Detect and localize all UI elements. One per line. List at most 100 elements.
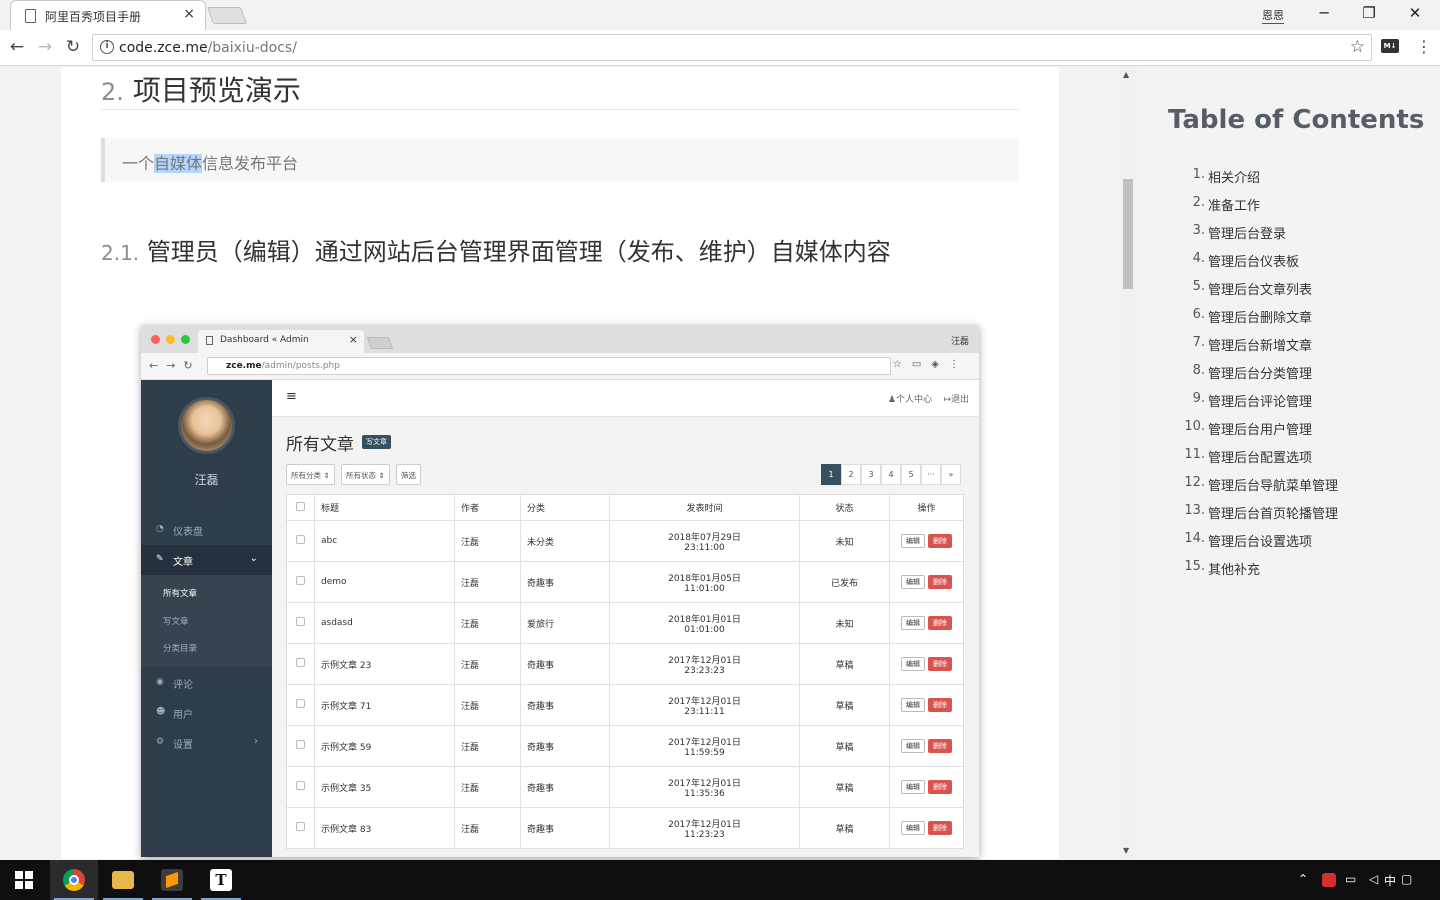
checkbox xyxy=(296,617,305,626)
back-icon[interactable]: ← xyxy=(6,36,28,58)
cell-author: 汪磊 xyxy=(454,725,521,767)
toc-item[interactable]: 11. 管理后台配置选项 xyxy=(1137,447,1397,466)
toc-item-link[interactable]: 管理后台配置选项 xyxy=(1208,447,1312,466)
ime-indicator[interactable]: 中 xyxy=(1384,872,1396,889)
browser-menu-icon[interactable]: ⋮ xyxy=(1416,37,1432,56)
users-icon: ☻ xyxy=(156,707,166,717)
cell-datetime: 2018年01月05日 11:01:00 xyxy=(609,561,800,603)
minimize-icon[interactable]: ─ xyxy=(1309,4,1339,24)
menu-dashboard: ◔ 仪表盘 xyxy=(141,515,272,545)
file-explorer-taskbar-button[interactable] xyxy=(99,860,147,900)
toc-item[interactable]: 4. 管理后台仪表板 xyxy=(1137,251,1397,270)
cell-time: 11:23:23 xyxy=(684,829,725,840)
submenu-all-posts: 所有文章 xyxy=(163,589,198,599)
mac-close-dot xyxy=(151,335,160,344)
table-row: 示例文章 35 汪磊 奇趣事 2017年12月01日 11:35:36 草稿 编辑 删除 xyxy=(286,766,964,808)
toc-item-link[interactable]: 准备工作 xyxy=(1208,195,1260,214)
cell-datetime: 2017年12月01日 11:23:23 xyxy=(609,807,800,849)
toc-item[interactable]: 9. 管理后台评论管理 xyxy=(1137,391,1397,410)
toc-item-link[interactable]: 管理后台导航菜单管理 xyxy=(1208,475,1338,494)
close-window-icon[interactable]: ✕ xyxy=(1400,4,1430,24)
row-checkbox-cell xyxy=(286,725,315,767)
toc-item[interactable]: 14. 管理后台设置选项 xyxy=(1137,531,1397,550)
volume-icon[interactable]: ◁ xyxy=(1369,872,1378,886)
toc-item[interactable]: 15. 其他补充 xyxy=(1137,559,1397,578)
toc-item[interactable]: 7. 管理后台新增文章 xyxy=(1137,335,1397,354)
chevron-down-icon: ⌄ xyxy=(249,553,258,564)
notifications-icon[interactable]: ▢ xyxy=(1401,872,1412,886)
toc-item[interactable]: 12. 管理后台导航菜单管理 xyxy=(1137,475,1397,494)
toc-item-number: 10. xyxy=(1184,419,1205,434)
screenshot-url-host: zce.me xyxy=(226,361,262,371)
sublime-taskbar-button[interactable] xyxy=(148,860,196,900)
scroll-up-icon[interactable]: ▲ xyxy=(1123,70,1129,79)
hamburger-icon: ≡ xyxy=(286,389,297,404)
selected-text[interactable]: 自媒体 xyxy=(154,154,203,173)
toc-item-link[interactable]: 管理后台仪表板 xyxy=(1208,251,1299,270)
cell-status: 已发布 xyxy=(799,561,890,603)
toc-item[interactable]: 5. 管理后台文章列表 xyxy=(1137,279,1397,298)
cell-title: 示例文章 35 xyxy=(314,766,455,808)
table-row: demo 汪磊 奇趣事 2018年01月05日 11:01:00 已发布 编辑 删除 xyxy=(286,561,964,603)
toc-item[interactable]: 13. 管理后台首页轮播管理 xyxy=(1137,503,1397,522)
heading-divider xyxy=(101,109,1019,110)
reload-icon[interactable]: ↻ xyxy=(62,36,84,58)
toc-item-link[interactable]: 管理后台文章列表 xyxy=(1208,279,1312,298)
toc-item-link[interactable]: 管理后台新增文章 xyxy=(1208,335,1312,354)
logout-link: 退出 xyxy=(950,395,969,405)
scroll-down-icon[interactable]: ▼ xyxy=(1123,846,1129,855)
chrome-taskbar-button[interactable] xyxy=(50,860,98,900)
tray-app-icon[interactable] xyxy=(1322,873,1336,887)
delete-button: 删除 xyxy=(928,821,952,835)
forward-icon[interactable]: → xyxy=(34,36,56,58)
cell-time: 01:01:00 xyxy=(684,624,725,635)
checkbox xyxy=(296,740,305,749)
typora-taskbar-button[interactable]: T xyxy=(197,860,245,900)
new-tab-button[interactable] xyxy=(206,7,248,24)
cell-actions: 编辑 删除 xyxy=(889,602,964,644)
toc-item[interactable]: 6. 管理后台删除文章 xyxy=(1137,307,1397,326)
toc-item[interactable]: 2. 准备工作 xyxy=(1137,195,1397,214)
network-icon[interactable]: ▭ xyxy=(1345,872,1356,886)
toc-item[interactable]: 1. 相关介绍 xyxy=(1137,167,1397,186)
toc-item-link[interactable]: 管理后台删除文章 xyxy=(1208,307,1312,326)
toc-item[interactable]: 10. 管理后台用户管理 xyxy=(1137,419,1397,438)
toc-item-link[interactable]: 相关介绍 xyxy=(1208,167,1260,186)
delete-button: 删除 xyxy=(928,616,952,630)
menu-posts: ✎ 文章 ⌄ xyxy=(141,545,272,575)
section-number: 2. xyxy=(101,78,124,106)
cell-category: 爱旅行 xyxy=(520,602,610,644)
toc-item-link[interactable]: 其他补充 xyxy=(1208,559,1260,578)
page-scrollbar[interactable]: ▲ ▼ xyxy=(1120,67,1136,859)
screenshot-titlebar: Dashboard « Admin × 汪磊 xyxy=(141,325,979,353)
markdown-extension-icon[interactable]: M↓ xyxy=(1381,39,1399,53)
toc-item[interactable]: 8. 管理后台分类管理 xyxy=(1137,363,1397,382)
edit-button: 编辑 xyxy=(901,739,925,753)
toc-item-link[interactable]: 管理后台用户管理 xyxy=(1208,419,1312,438)
toc-item[interactable]: 3. 管理后台登录 xyxy=(1137,223,1397,242)
tab-close-button[interactable]: × xyxy=(183,6,195,22)
info-icon[interactable]: i xyxy=(100,40,114,54)
toc-item-link[interactable]: 管理后台首页轮播管理 xyxy=(1208,503,1338,522)
pager-item: 4 xyxy=(881,464,901,485)
cell-category: 未分类 xyxy=(520,520,610,562)
windows-start-icon[interactable] xyxy=(15,871,33,889)
scrollbar-thumb[interactable] xyxy=(1123,179,1133,289)
profile-link: 个人中心 xyxy=(895,395,932,405)
toc-item-link[interactable]: 管理后台登录 xyxy=(1208,223,1286,242)
profile-button[interactable]: 恩恩 xyxy=(1262,7,1284,24)
restore-icon[interactable]: ❐ xyxy=(1354,4,1384,24)
cell-author: 汪磊 xyxy=(454,561,521,603)
toc-item-link[interactable]: 管理后台评论管理 xyxy=(1208,391,1312,410)
toc-item-link[interactable]: 管理后台分类管理 xyxy=(1208,363,1312,382)
tray-chevron-up-icon[interactable]: ⌃ xyxy=(1298,872,1308,886)
toc-item-number: 3. xyxy=(1192,223,1205,238)
cell-category: 奇趣事 xyxy=(520,807,610,849)
toc-item-link[interactable]: 管理后台设置选项 xyxy=(1208,531,1312,550)
url-text: code.zce.me/baixiu-docs/ xyxy=(119,40,297,56)
cell-actions: 编辑 删除 xyxy=(889,520,964,562)
bookmark-star-icon[interactable]: ☆ xyxy=(1350,37,1365,57)
address-bar[interactable]: i code.zce.me/baixiu-docs/ ☆ xyxy=(92,34,1372,61)
cell-status: 草稿 xyxy=(799,684,890,726)
browser-tab[interactable]: 阿里百秀项目手册 × xyxy=(10,0,206,30)
